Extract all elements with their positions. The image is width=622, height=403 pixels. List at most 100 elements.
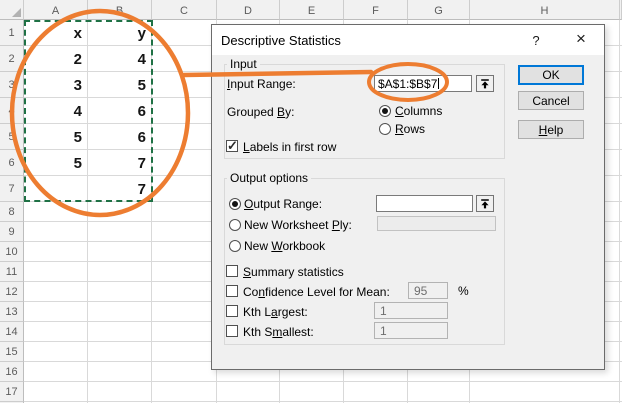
cell[interactable] xyxy=(280,382,344,402)
help-icon[interactable]: ? xyxy=(526,33,546,48)
cell[interactable] xyxy=(88,342,152,362)
cell[interactable] xyxy=(88,222,152,242)
row-header[interactable]: 15 xyxy=(0,342,24,362)
row-header[interactable]: 8 xyxy=(0,202,24,222)
cell[interactable] xyxy=(88,262,152,282)
output-range-radio[interactable] xyxy=(229,198,241,210)
new-worksheet-label[interactable]: New Worksheet Ply: xyxy=(244,218,352,232)
row-header[interactable]: 17 xyxy=(0,382,24,402)
new-worksheet-radio[interactable] xyxy=(229,219,241,231)
cell[interactable] xyxy=(152,362,217,382)
cell[interactable] xyxy=(152,176,217,202)
cell[interactable] xyxy=(152,46,217,72)
ok-button[interactable]: OK xyxy=(518,65,584,85)
cell[interactable] xyxy=(470,382,620,402)
cell[interactable] xyxy=(152,124,217,150)
row-header[interactable]: 14 xyxy=(0,322,24,342)
column-header[interactable]: D xyxy=(217,0,280,20)
dialog-titlebar[interactable]: Descriptive Statistics ? × xyxy=(212,25,604,55)
cell[interactable] xyxy=(24,382,88,402)
cell[interactable] xyxy=(88,362,152,382)
confidence-level-label[interactable]: Confidence Level for Mean: xyxy=(243,285,390,299)
row-header[interactable]: 6 xyxy=(0,150,24,176)
row-header[interactable]: 13 xyxy=(0,302,24,322)
cell[interactable] xyxy=(24,222,88,242)
input-range-field[interactable]: $A$1:$B$7 xyxy=(374,75,472,92)
kth-largest-checkbox[interactable] xyxy=(226,305,238,317)
cell[interactable] xyxy=(88,282,152,302)
cell[interactable] xyxy=(152,342,217,362)
row-header[interactable]: 16 xyxy=(0,362,24,382)
cell[interactable] xyxy=(344,382,408,402)
column-header[interactable]: E xyxy=(280,0,344,20)
row-header[interactable]: 1 xyxy=(0,20,24,46)
output-range-label[interactable]: Output Range: xyxy=(244,197,322,211)
new-workbook-radio[interactable] xyxy=(229,240,241,252)
column-header[interactable]: G xyxy=(408,0,470,20)
columns-radio[interactable] xyxy=(379,105,391,117)
kth-largest-label[interactable]: Kth Largest: xyxy=(243,305,308,319)
cell[interactable] xyxy=(152,302,217,322)
kth-smallest-label[interactable]: Kth Smallest: xyxy=(243,325,314,339)
labels-first-row-checkbox[interactable] xyxy=(226,138,238,154)
row-header[interactable]: 3 xyxy=(0,72,24,98)
cell[interactable] xyxy=(88,382,152,402)
rows-radio[interactable] xyxy=(379,123,391,135)
cell[interactable] xyxy=(24,202,88,222)
cell[interactable] xyxy=(88,242,152,262)
labels-first-row-label[interactable]: Labels in first row xyxy=(243,140,336,154)
row-header[interactable]: 4 xyxy=(0,98,24,124)
cell[interactable] xyxy=(88,202,152,222)
row-header[interactable]: 7 xyxy=(0,176,24,202)
cell[interactable] xyxy=(24,282,88,302)
cell[interactable] xyxy=(152,382,217,402)
cell[interactable] xyxy=(152,72,217,98)
cell[interactable] xyxy=(24,242,88,262)
column-header[interactable]: A xyxy=(24,0,88,20)
column-header[interactable]: H xyxy=(470,0,620,20)
output-range-collapse-button[interactable] xyxy=(476,195,494,212)
select-all-corner[interactable] xyxy=(0,0,24,20)
row-header[interactable]: 9 xyxy=(0,222,24,242)
cell[interactable] xyxy=(408,382,470,402)
summary-statistics-label[interactable]: Summary statistics xyxy=(243,265,344,279)
cell[interactable] xyxy=(24,302,88,322)
row-header[interactable]: 10 xyxy=(0,242,24,262)
column-header[interactable]: F xyxy=(344,0,408,20)
cell[interactable] xyxy=(152,222,217,242)
rows-radio-label[interactable]: Rows xyxy=(395,122,425,136)
cell[interactable] xyxy=(152,150,217,176)
cell[interactable] xyxy=(24,342,88,362)
row-header[interactable]: 12 xyxy=(0,282,24,302)
row-header[interactable]: 2 xyxy=(0,46,24,72)
cell[interactable] xyxy=(88,302,152,322)
cancel-button[interactable]: Cancel xyxy=(518,91,584,110)
cell[interactable] xyxy=(88,322,152,342)
row-header[interactable]: 5 xyxy=(0,124,24,150)
column-header[interactable]: B xyxy=(88,0,152,20)
close-icon[interactable]: × xyxy=(571,29,591,49)
input-range-collapse-button[interactable] xyxy=(476,75,494,92)
cell[interactable] xyxy=(24,362,88,382)
row-header[interactable]: 11 xyxy=(0,262,24,282)
columns-radio-label[interactable]: Columns xyxy=(395,104,442,118)
help-button[interactable]: Help xyxy=(518,120,584,139)
kth-largest-field: 1 xyxy=(374,302,448,319)
column-header[interactable]: C xyxy=(152,0,217,20)
cell[interactable] xyxy=(152,322,217,342)
new-workbook-label[interactable]: New Workbook xyxy=(244,239,325,253)
cell[interactable] xyxy=(152,98,217,124)
cell[interactable] xyxy=(24,322,88,342)
cell[interactable] xyxy=(152,282,217,302)
kth-smallest-checkbox[interactable] xyxy=(226,325,238,337)
cell[interactable] xyxy=(152,262,217,282)
summary-statistics-checkbox[interactable] xyxy=(226,265,238,277)
confidence-level-checkbox[interactable] xyxy=(226,285,238,297)
cell[interactable] xyxy=(24,262,88,282)
cell[interactable] xyxy=(152,242,217,262)
output-range-field[interactable] xyxy=(376,195,473,212)
cell[interactable] xyxy=(217,382,280,402)
cell[interactable] xyxy=(152,20,217,46)
cell[interactable] xyxy=(152,202,217,222)
output-options-group-label: Output options xyxy=(227,171,312,185)
